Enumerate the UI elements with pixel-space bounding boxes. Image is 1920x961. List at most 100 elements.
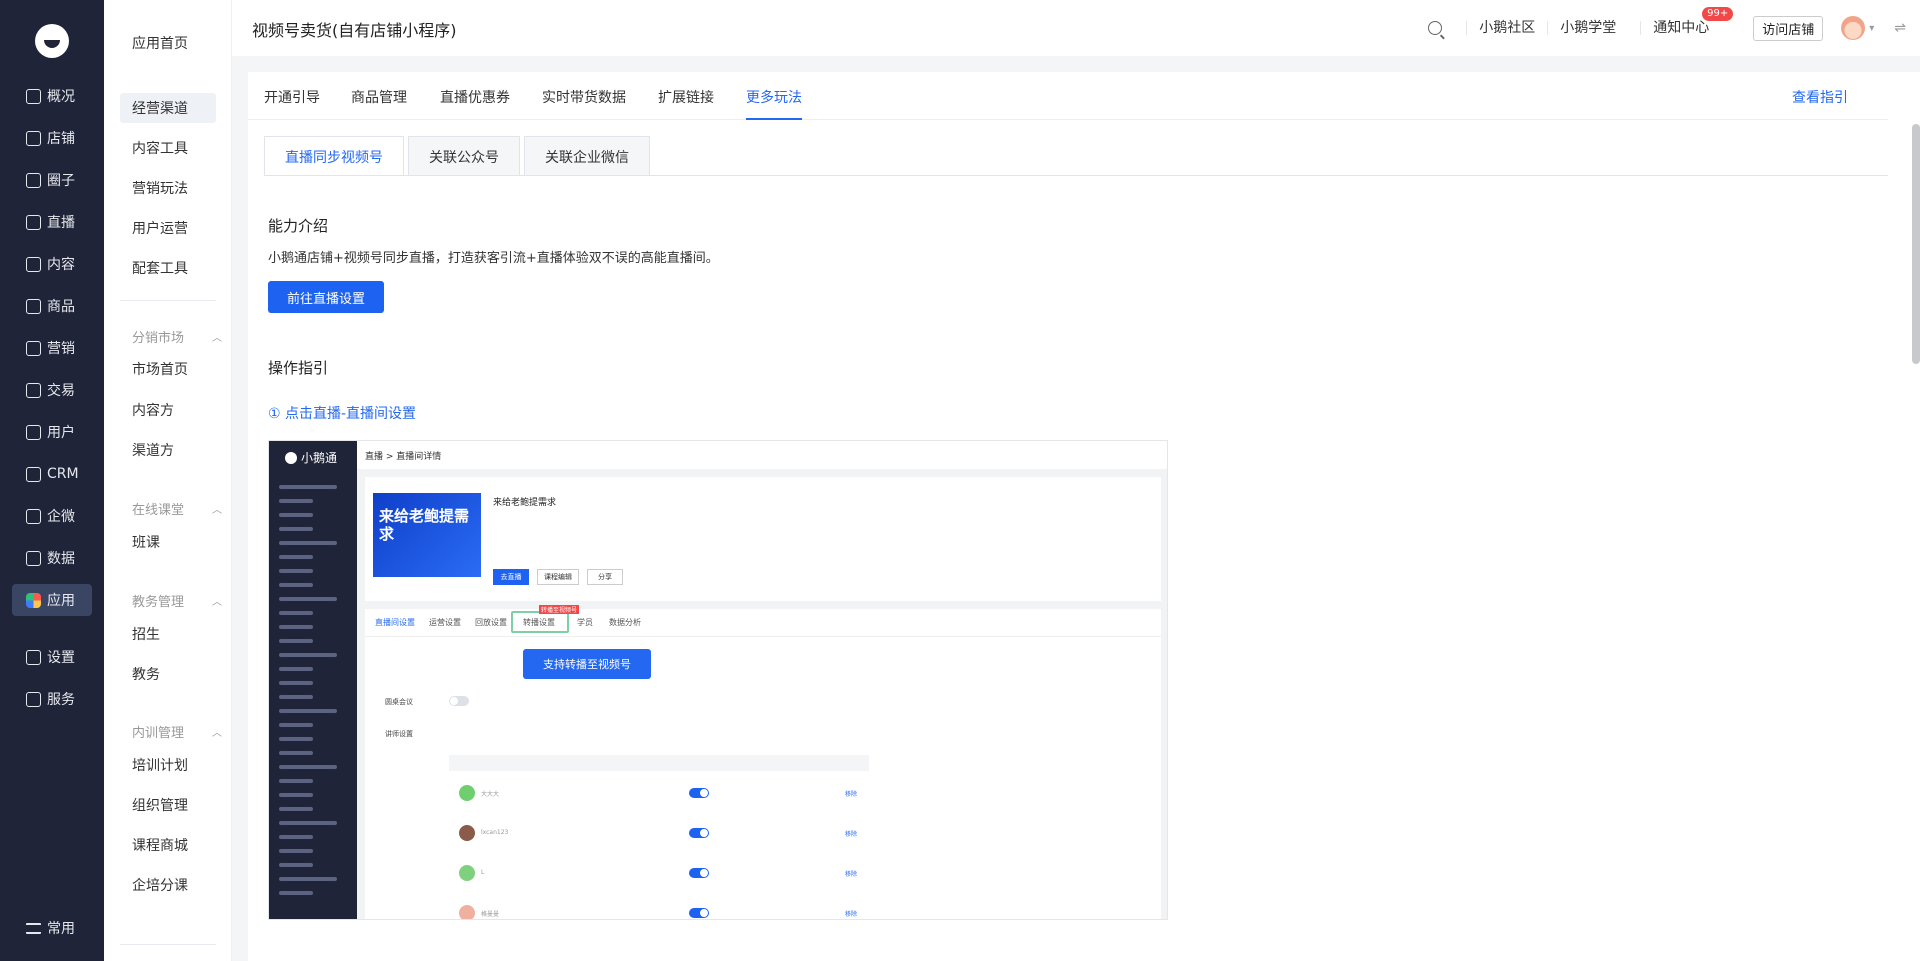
tab-guide[interactable]: 开通引导 xyxy=(264,87,320,107)
submenu-item-content-tools[interactable]: 内容工具 xyxy=(120,133,216,163)
shot-toggle xyxy=(689,828,709,838)
nav-item-store[interactable]: 店铺 xyxy=(12,122,92,154)
submenu-item-support-tools[interactable]: 配套工具 xyxy=(120,253,216,283)
submenu-item-market-home[interactable]: 市场首页 xyxy=(120,354,216,384)
submenu-group-online-class[interactable]: 在线课堂 ︿ xyxy=(132,499,222,518)
nav-item-trade[interactable]: 交易 xyxy=(12,374,92,406)
submenu-item-channel[interactable]: 经营渠道 xyxy=(120,93,216,123)
submenu-item-channel-side[interactable]: 渠道方 xyxy=(120,435,216,465)
brand-logo-icon[interactable] xyxy=(35,24,69,58)
shot-sidebar-line xyxy=(279,639,313,643)
submenu-item-org[interactable]: 组织管理 xyxy=(120,790,216,820)
submenu-item-training-plan[interactable]: 培训计划 xyxy=(120,750,216,780)
primary-nav: 概况店铺圈子直播内容商品营销交易用户 CRM 企微数据应用设置服务 常用 xyxy=(0,0,104,961)
nav-item-wecom[interactable]: 企微 xyxy=(12,500,92,532)
submenu-item-marketing[interactable]: 营销玩法 xyxy=(120,173,216,203)
submenu-item-class[interactable]: 班课 xyxy=(120,527,216,557)
shot-sidebar-line xyxy=(279,737,313,741)
tab-realtime-data[interactable]: 实时带货数据 xyxy=(542,87,626,107)
shot-row-name: 格曼曼 xyxy=(481,911,500,918)
shot-toggle xyxy=(689,788,709,798)
tab-coupon[interactable]: 直播优惠券 xyxy=(440,87,510,107)
divider xyxy=(120,944,216,945)
shot-sidebar-line xyxy=(279,569,313,573)
shot-row-name: L xyxy=(481,869,485,876)
subtab-official-account[interactable]: 关联公众号 xyxy=(408,136,520,176)
tab-goods[interactable]: 商品管理 xyxy=(351,87,407,107)
nav-item-apps[interactable]: 应用 xyxy=(12,584,92,616)
trade-icon xyxy=(26,382,41,398)
subtab-live-sync[interactable]: 直播同步视频号 xyxy=(264,136,404,176)
service-icon xyxy=(26,691,41,707)
nav-item-circle[interactable]: 圈子 xyxy=(12,164,92,196)
nav-item-label: 常用 xyxy=(47,921,75,937)
submenu-item-academic[interactable]: 教务 xyxy=(120,659,216,689)
nav-item-user[interactable]: 用户 xyxy=(12,416,92,448)
shot-remove-link: 移除 xyxy=(845,911,858,918)
submenu-group-training[interactable]: 内训管理 ︿ xyxy=(132,722,222,741)
visit-store-button[interactable]: 访问店铺 xyxy=(1753,15,1824,41)
subtab-wecom[interactable]: 关联企业微信 xyxy=(524,136,650,176)
nav-item-label: 用户 xyxy=(47,425,75,441)
switch-icon[interactable]: ⇌ xyxy=(1894,20,1906,36)
shot-avatar xyxy=(459,825,475,841)
shot-sidebar-line xyxy=(279,723,313,727)
nav-item-marketing[interactable]: 营销 xyxy=(12,332,92,364)
shot-toggle xyxy=(689,908,709,918)
submenu-item-home[interactable]: 应用首页 xyxy=(120,28,216,58)
shot-edit-button: 课程编辑 xyxy=(537,569,579,585)
submenu-item-course-mall[interactable]: 课程商城 xyxy=(120,830,216,860)
submenu-item-enroll[interactable]: 招生 xyxy=(120,619,216,649)
nav-item-crm[interactable]: CRM xyxy=(12,458,92,490)
shot-toggle xyxy=(689,868,709,878)
shot-golive-button: 去直播 xyxy=(493,569,529,585)
academy-link[interactable]: 小鹅学堂 xyxy=(1547,21,1628,35)
nav-item-settings[interactable]: 设置 xyxy=(12,641,92,673)
community-link[interactable]: 小鹅社区 xyxy=(1466,21,1547,35)
tab-extend-link[interactable]: 扩展链接 xyxy=(658,87,714,107)
nav-item-label: 商品 xyxy=(47,299,75,315)
go-live-settings-button[interactable]: 前往直播设置 xyxy=(268,281,384,313)
shot-sidebar: 小鹅通 xyxy=(269,441,357,919)
shot-avatar xyxy=(459,785,475,801)
submenu-item-enterprise-course[interactable]: 企培分课 xyxy=(120,870,216,900)
nav-item-service[interactable]: 服务 xyxy=(12,683,92,715)
marketing-icon xyxy=(26,340,41,356)
nav-item-goods[interactable]: 商品 xyxy=(12,290,92,322)
tab-more[interactable]: 更多玩法 xyxy=(746,87,802,107)
search-icon[interactable] xyxy=(1428,21,1443,35)
chevron-up-icon: ︿ xyxy=(212,333,222,344)
avatar[interactable] xyxy=(1841,16,1866,40)
shot-sidebar-line xyxy=(279,863,313,867)
vertical-scrollbar[interactable] xyxy=(1912,124,1920,364)
top-header: 视频号卖货(自有店铺小程序) 小鹅社区 小鹅学堂 通知中心 99+ 访问店铺 ▾… xyxy=(232,0,1920,56)
crm-icon xyxy=(26,466,41,482)
nav-item-data[interactable]: 数据 xyxy=(12,542,92,574)
chevron-down-icon[interactable]: ▾ xyxy=(1869,23,1874,34)
shot-tab: 学员 xyxy=(577,618,593,627)
nav-item-dashboard[interactable]: 概况 xyxy=(12,80,92,112)
nav-item-live[interactable]: 直播 xyxy=(12,206,92,238)
submenu-group-academic[interactable]: 教务管理 ︿ xyxy=(132,591,222,610)
shot-label: 圆桌会议 xyxy=(385,698,413,706)
submenu-item-content-side[interactable]: 内容方 xyxy=(120,395,216,425)
intro-desc: 小鹅通店铺+视频号同步直播，打造获客引流+直播体验双不误的高能直播间。 xyxy=(268,251,719,266)
store-icon xyxy=(26,130,41,146)
page-title: 视频号卖货(自有店铺小程序) xyxy=(252,21,457,40)
shot-sidebar-line xyxy=(279,695,313,699)
guide-title: 操作指引 xyxy=(268,359,329,377)
nav-item-common[interactable]: 常用 xyxy=(12,912,92,944)
shot-callout: 支持转播至视频号 xyxy=(523,649,651,679)
nav-item-label: 交易 xyxy=(47,383,75,399)
shot-row-name: 大大大 xyxy=(481,791,500,798)
submenu-group-distribution[interactable]: 分销市场 ︿ xyxy=(132,327,222,346)
shot-sidebar-line xyxy=(279,765,337,769)
submenu-item-user-ops[interactable]: 用户运营 xyxy=(120,213,216,243)
circle-icon xyxy=(26,172,41,188)
wecom-icon xyxy=(26,508,41,524)
nav-item-label: 概况 xyxy=(47,89,75,105)
notice-center-link[interactable]: 通知中心 99+ xyxy=(1640,7,1734,35)
shot-sidebar-line xyxy=(279,835,313,839)
view-guide-link[interactable]: 查看指引 xyxy=(1792,87,1848,107)
nav-item-content[interactable]: 内容 xyxy=(12,248,92,280)
